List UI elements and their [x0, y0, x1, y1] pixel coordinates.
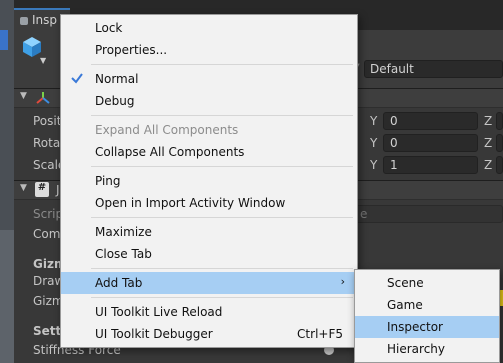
- position-z-axis: Z: [484, 114, 493, 128]
- menu-item-label: Maximize: [95, 225, 152, 239]
- tag-dropdown[interactable]: Default: [364, 60, 503, 78]
- scene-view-edge: [0, 0, 14, 363]
- submenu-item-label: Hierarchy: [387, 342, 446, 356]
- rotation-z-axis: Z: [484, 136, 493, 150]
- menu-item-label: Normal: [95, 72, 139, 86]
- menu-item-label: UI Toolkit Live Reload: [95, 305, 223, 319]
- menu-item-label: Open in Import Activity Window: [95, 196, 286, 210]
- scale-z-field[interactable]: [496, 156, 503, 174]
- menu-item-shortcut: Ctrl+F5: [297, 327, 343, 341]
- inspector-tab-icon: [20, 16, 28, 25]
- script-field-text: e: [360, 207, 368, 221]
- menu-separator: [91, 217, 353, 218]
- rotation-y-axis: Y: [370, 136, 378, 150]
- menu-item-open-in-import-activity-window[interactable]: Open in Import Activity Window: [61, 192, 357, 214]
- script-label: Scrip: [33, 207, 64, 221]
- script-component-title: J: [56, 183, 60, 197]
- scene-selection-edge: [0, 30, 8, 50]
- submenu-item-label: Game: [387, 298, 423, 312]
- menu-item-collapse-all-components[interactable]: Collapse All Components: [61, 141, 357, 163]
- menu-item-label: Properties...: [95, 43, 168, 57]
- menu-item-label: Add Tab: [95, 276, 143, 290]
- cube-icon[interactable]: [22, 36, 42, 58]
- menu-item-label: Ping: [95, 174, 121, 188]
- script-icon: #: [35, 182, 49, 197]
- icon-dropdown-arrow[interactable]: ▼: [40, 56, 46, 65]
- position-y-field[interactable]: 0: [383, 112, 478, 130]
- menu-item-lock[interactable]: Lock: [61, 17, 357, 39]
- component-label: Com: [33, 227, 61, 241]
- menu-item-ping[interactable]: Ping: [61, 170, 357, 192]
- submenu-item-hierarchy[interactable]: Hierarchy: [355, 338, 499, 360]
- submenu-item-label: Scene: [387, 276, 424, 290]
- menu-item-label: Close Tab: [95, 247, 152, 261]
- menu-item-properties[interactable]: Properties...: [61, 39, 357, 61]
- submenu-item-label: Inspector: [387, 320, 443, 334]
- menu-item-ui-toolkit-live-reload[interactable]: UI Toolkit Live Reload: [61, 301, 357, 323]
- scale-y-axis: Y: [370, 158, 378, 172]
- rotation-y-field[interactable]: 0: [383, 134, 478, 152]
- tab-inspector-label: Insp: [32, 13, 58, 27]
- submenu-item-scene[interactable]: Scene: [355, 272, 499, 294]
- scale-y-field[interactable]: 1: [383, 156, 478, 174]
- menu-item-close-tab[interactable]: Close Tab: [61, 243, 357, 265]
- menu-separator: [91, 115, 353, 116]
- rotation-z-field[interactable]: [496, 134, 503, 152]
- menu-item-label: Expand All Components: [95, 123, 239, 137]
- menu-item-ui-toolkit-debugger[interactable]: UI Toolkit Debugger Ctrl+F5: [61, 323, 357, 345]
- menu-item-expand-all-components: Expand All Components: [61, 119, 357, 141]
- submenu-item-inspector[interactable]: Inspector: [355, 316, 499, 338]
- menu-item-label: Collapse All Components: [95, 145, 245, 159]
- position-y-axis: Y: [370, 114, 378, 128]
- scale-z-axis: Z: [484, 158, 493, 172]
- menu-item-maximize[interactable]: Maximize: [61, 221, 357, 243]
- menu-item-label: Debug: [95, 94, 135, 108]
- submenu-arrow-icon: ›: [340, 275, 345, 288]
- foldout-arrow-icon[interactable]: ▼: [20, 183, 27, 193]
- menu-separator: [91, 297, 353, 298]
- add-tab-submenu: Scene Game Inspector Hierarchy: [354, 269, 500, 363]
- submenu-item-game[interactable]: Game: [355, 294, 499, 316]
- menu-item-normal[interactable]: Normal: [61, 68, 357, 90]
- menu-separator: [91, 64, 353, 65]
- menu-item-label: Lock: [95, 21, 123, 35]
- script-field: e: [355, 205, 503, 223]
- menu-item-label: UI Toolkit Debugger: [95, 327, 213, 341]
- transform-icon: [36, 92, 50, 104]
- checkmark-icon: [71, 73, 83, 84]
- menu-item-add-tab[interactable]: Add Tab ›: [61, 272, 357, 294]
- menu-separator: [91, 268, 353, 269]
- foldout-arrow-icon[interactable]: ▼: [20, 91, 27, 101]
- position-z-field[interactable]: [496, 112, 503, 130]
- context-menu: Lock Properties... Normal Debug Expand A…: [60, 14, 358, 348]
- menu-item-debug[interactable]: Debug: [61, 90, 357, 112]
- menu-separator: [91, 166, 353, 167]
- scene-sky-edge: [0, 230, 14, 363]
